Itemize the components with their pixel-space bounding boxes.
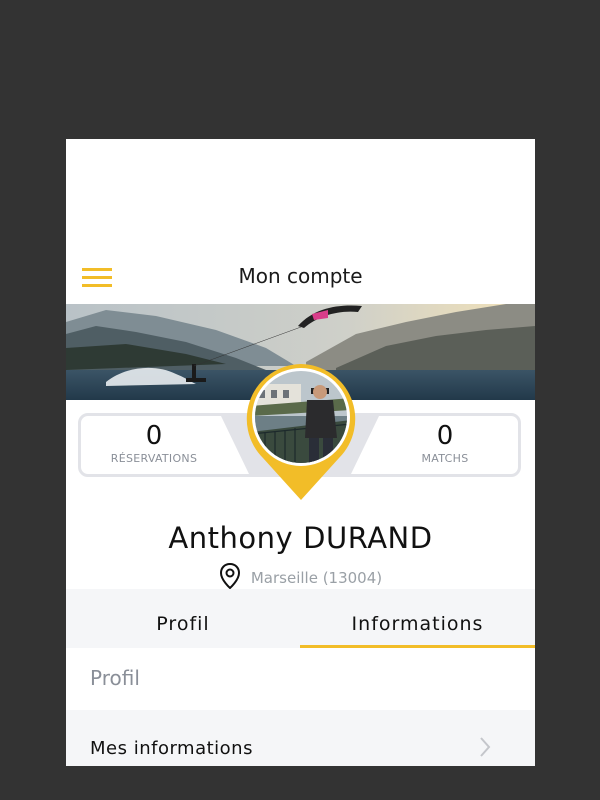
avatar[interactable] bbox=[241, 362, 361, 502]
profile-last-name: DURAND bbox=[303, 521, 433, 555]
matchs-label: MATCHS bbox=[421, 452, 469, 465]
section-header: Profil bbox=[66, 648, 535, 710]
tab-profil[interactable]: Profil bbox=[66, 589, 300, 648]
profile-name: Anthony DURAND bbox=[66, 521, 535, 555]
list-item-label: Mes informations bbox=[90, 738, 253, 759]
stat-reservations[interactable]: 0 RÉSERVATIONS bbox=[84, 420, 224, 465]
avatar-pin-frame bbox=[246, 364, 356, 500]
app-header: Mon compte bbox=[66, 139, 535, 304]
stat-matchs[interactable]: 0 MATCHS bbox=[375, 420, 515, 465]
section-title: Profil bbox=[90, 666, 140, 690]
profile-first-name: Anthony bbox=[168, 521, 294, 555]
tab-informations[interactable]: Informations bbox=[300, 589, 535, 648]
page-title: Mon compte bbox=[238, 264, 363, 288]
chevron-right-icon bbox=[479, 736, 491, 762]
matchs-count: 0 bbox=[436, 421, 454, 451]
app-screen: Mon compte 0 RÉSERVATIONS 0 MATCHS Antho… bbox=[66, 139, 535, 766]
profile-tabs: Profil Informations bbox=[66, 589, 535, 648]
location-text: Marseille (13004) bbox=[250, 569, 383, 587]
reservations-count: 0 bbox=[145, 421, 163, 451]
reservations-label: RÉSERVATIONS bbox=[110, 452, 198, 465]
list-item-mes-informations[interactable]: Mes informations bbox=[66, 710, 535, 766]
